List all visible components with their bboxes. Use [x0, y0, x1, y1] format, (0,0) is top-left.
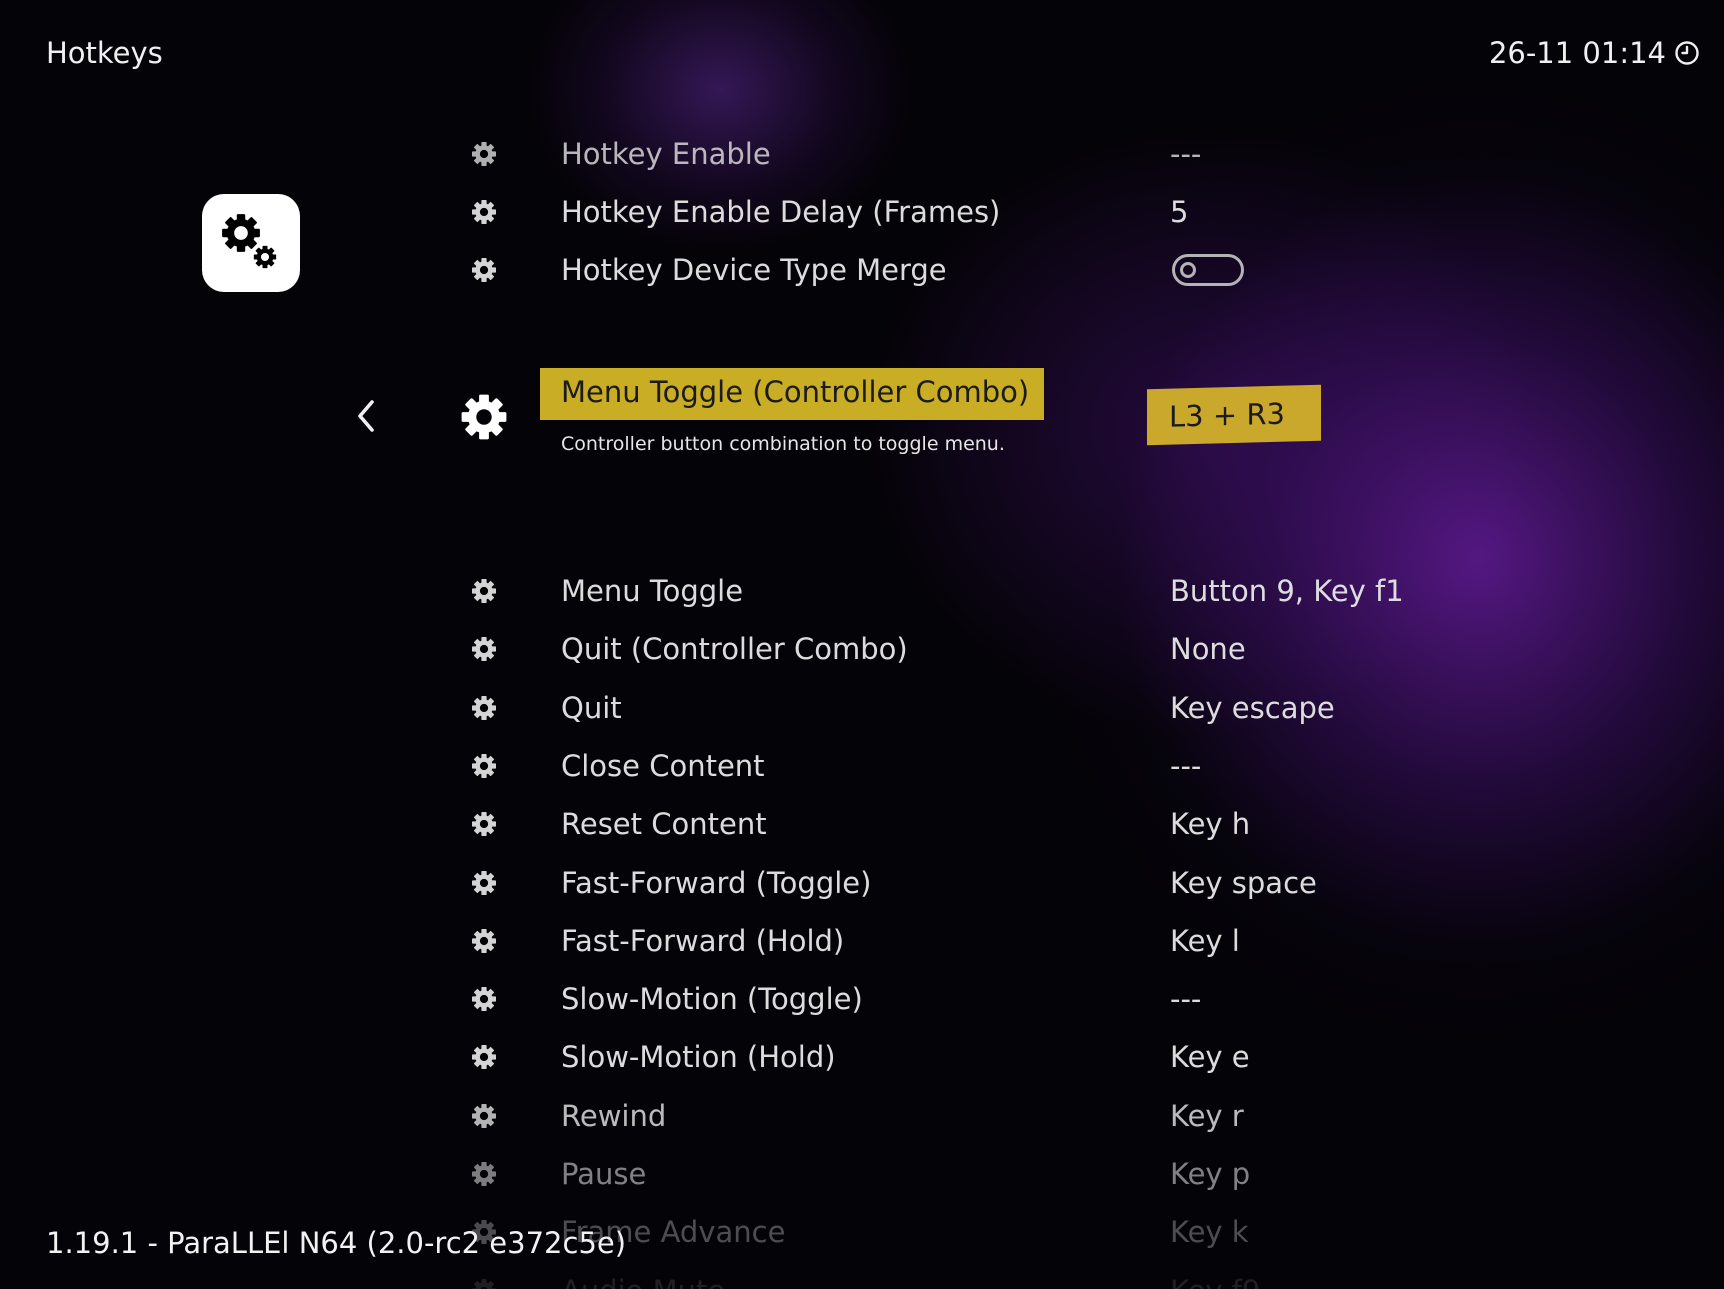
toggle-knob [1180, 262, 1196, 278]
selected-setting-description: Controller button combination to toggle … [561, 433, 1005, 455]
setting-value: Key h [1170, 807, 1251, 842]
setting-value: Key escape [1170, 690, 1335, 725]
page-title: Hotkeys [46, 36, 163, 70]
setting-value: --- [1170, 748, 1202, 783]
gear-icon [472, 695, 496, 720]
hotkeys-screen: Hotkeys 26-11 01:14 Hotkey Enable --- Ho… [0, 0, 1724, 1289]
setting-value: Button 9, Key f1 [1170, 574, 1404, 608]
setting-label: Audio Mute [561, 1274, 725, 1289]
gear-icon [472, 753, 496, 778]
gear-icon [472, 928, 496, 953]
gear-icon [472, 1103, 496, 1128]
setting-row[interactable]: Hotkey Device Type Merge [0, 241, 1724, 299]
setting-value: 5 [1170, 195, 1189, 229]
setting-label: Quit (Controller Combo) [561, 632, 908, 667]
setting-row[interactable]: Slow-Motion (Hold) Key e [0, 1028, 1724, 1086]
clock-text: 26-11 01:14 [1488, 36, 1666, 70]
selected-setting-value-text: L3 + R3 [1169, 396, 1285, 434]
gear-icon [472, 987, 496, 1012]
setting-value: --- [1170, 982, 1202, 1017]
gear-icon [472, 812, 496, 837]
setting-value: Key space [1170, 865, 1317, 900]
setting-row[interactable]: Audio Mute Key f9 [0, 1262, 1724, 1289]
setting-label: Slow-Motion (Hold) [561, 1040, 836, 1075]
setting-label: Quit [561, 690, 622, 725]
setting-label: Reset Content [561, 807, 767, 842]
setting-value: Key p [1170, 1157, 1251, 1191]
setting-value: --- [1170, 137, 1202, 171]
setting-label: Fast-Forward (Hold) [561, 923, 845, 958]
setting-value: Key e [1170, 1040, 1250, 1075]
setting-value: Key r [1170, 1098, 1244, 1133]
clock: 26-11 01:14 [1489, 36, 1700, 70]
setting-label: Hotkey Enable [561, 137, 771, 171]
gear-icon [472, 200, 496, 224]
setting-row[interactable]: Rewind Key r [0, 1087, 1724, 1145]
gear-icon [472, 258, 496, 282]
setting-value: Key f9 [1170, 1274, 1260, 1289]
setting-row[interactable]: Fast-Forward (Hold) Key l [0, 912, 1724, 970]
gear-icon [472, 637, 496, 662]
setting-row[interactable]: Menu Toggle Button 9, Key f1 [0, 562, 1724, 620]
setting-row[interactable]: Hotkey Enable --- [0, 125, 1724, 183]
setting-row[interactable]: Hotkey Enable Delay (Frames) 5 [0, 183, 1724, 241]
setting-label: Rewind [561, 1098, 667, 1133]
setting-row[interactable]: Reset Content Key h [0, 795, 1724, 853]
chevron-left-icon[interactable] [352, 396, 380, 436]
setting-label: Hotkey Enable Delay (Frames) [561, 195, 1001, 229]
setting-row[interactable]: Fast-Forward (Toggle) Key space [0, 854, 1724, 912]
toggle-switch[interactable] [1172, 254, 1244, 286]
setting-row[interactable]: Slow-Motion (Toggle) --- [0, 970, 1724, 1028]
selected-setting-value[interactable]: L3 + R3 [1147, 384, 1321, 446]
gear-icon [472, 1045, 496, 1070]
gear-icon [472, 142, 496, 166]
setting-label: Menu Toggle [561, 574, 744, 608]
gear-icon [472, 579, 496, 603]
setting-label: Pause [561, 1157, 647, 1191]
setting-row[interactable]: Close Content --- [0, 737, 1724, 795]
gear-icon [461, 394, 507, 440]
clock-icon [1675, 41, 1699, 65]
version-info: 1.19.1 - ParaLLEl N64 (2.0-rc2 e372c5e) [46, 1226, 627, 1260]
setting-label: Close Content [561, 748, 765, 783]
gear-icon [472, 1162, 496, 1186]
setting-row[interactable]: Quit Key escape [0, 679, 1724, 737]
setting-value: Key k [1170, 1215, 1249, 1250]
gear-icon [472, 870, 496, 895]
setting-value: Key l [1170, 923, 1240, 958]
setting-row[interactable]: Pause Key p [0, 1145, 1724, 1203]
setting-label: Hotkey Device Type Merge [561, 253, 947, 287]
setting-row[interactable]: Quit (Controller Combo) None [0, 620, 1724, 678]
setting-value: None [1170, 632, 1246, 667]
setting-label: Slow-Motion (Toggle) [561, 982, 863, 1017]
selected-setting-label: Menu Toggle (Controller Combo) [561, 375, 1030, 409]
setting-label: Fast-Forward (Toggle) [561, 865, 872, 900]
gear-icon [472, 1278, 496, 1289]
